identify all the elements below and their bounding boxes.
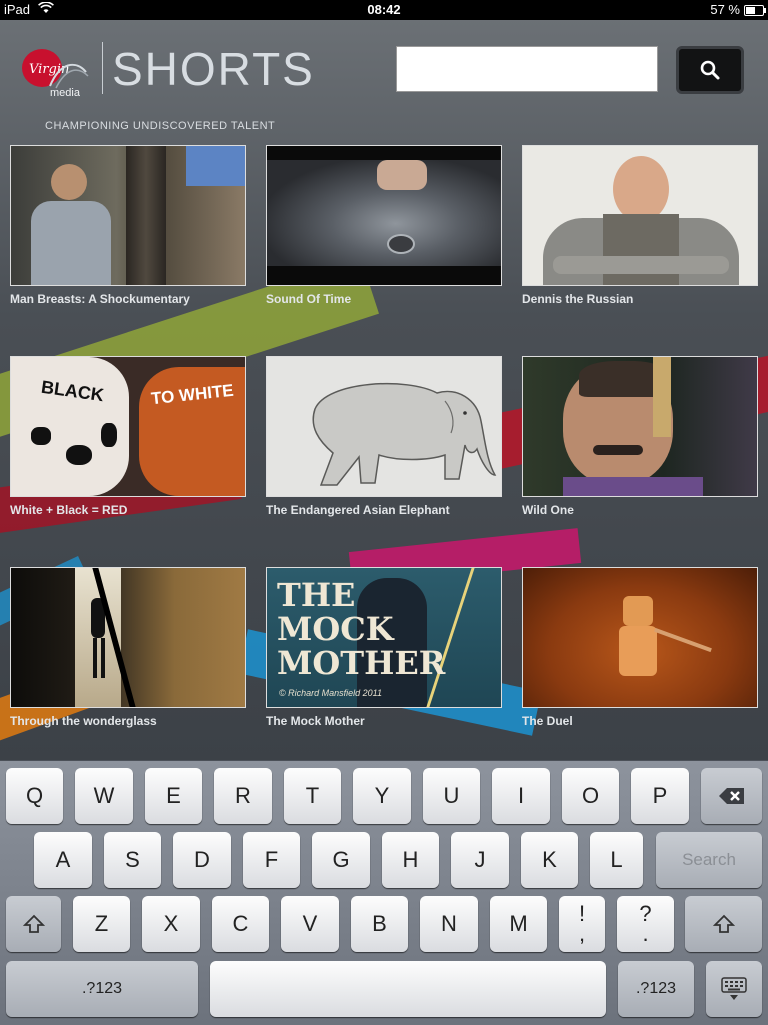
- logo-divider: [102, 42, 103, 94]
- hide-keyboard-icon: [721, 977, 747, 1000]
- battery-percent: 57 %: [710, 2, 740, 17]
- search-button[interactable]: [676, 46, 744, 94]
- shift-icon: [22, 914, 45, 933]
- film-thumbnail[interactable]: [522, 145, 758, 286]
- key-b[interactable]: B: [351, 896, 408, 952]
- space-key[interactable]: [210, 961, 606, 1017]
- key-exclamation-comma[interactable]: ! ,: [559, 896, 605, 952]
- search-icon: [700, 60, 720, 80]
- film-tile[interactable]: Man Breasts: A Shockumentary: [10, 145, 246, 306]
- key-j[interactable]: J: [451, 832, 509, 888]
- elephant-drawing: [312, 382, 497, 486]
- film-thumbnail[interactable]: [266, 356, 502, 497]
- key-r[interactable]: R: [214, 768, 272, 824]
- film-title[interactable]: Dennis the Russian: [522, 292, 758, 306]
- brand-tagline: CHAMPIONING UNDISCOVERED TALENT: [45, 120, 276, 132]
- svg-text:Virgin: Virgin: [29, 62, 69, 77]
- film-thumbnail[interactable]: [522, 356, 758, 497]
- key-s[interactable]: S: [104, 832, 161, 888]
- key-z[interactable]: Z: [73, 896, 130, 952]
- battery-icon: [744, 5, 766, 16]
- film-title[interactable]: White + Black = RED: [10, 503, 246, 517]
- key-c[interactable]: C: [212, 896, 269, 952]
- key-e[interactable]: E: [145, 768, 202, 824]
- key-k[interactable]: K: [521, 832, 578, 888]
- film-thumbnail[interactable]: [10, 567, 246, 708]
- app-logo: Virgin media SHORTS CHAMPIONING UNDISCOV…: [20, 42, 313, 132]
- key-h[interactable]: H: [382, 832, 439, 888]
- film-thumbnail[interactable]: [10, 145, 246, 286]
- film-thumbnail[interactable]: [522, 567, 758, 708]
- film-title[interactable]: Wild One: [522, 503, 758, 517]
- key-v[interactable]: V: [281, 896, 339, 952]
- film-title[interactable]: Man Breasts: A Shockumentary: [10, 292, 246, 306]
- search-key[interactable]: Search: [656, 832, 762, 888]
- film-tile[interactable]: THE MOCK MOTHER © Richard Mansfield 2011…: [266, 567, 502, 728]
- key-n[interactable]: N: [420, 896, 478, 952]
- poster-line-3: MOTHER: [277, 644, 446, 682]
- key-bottom-char: .: [642, 921, 649, 946]
- search-key-label: Search: [682, 850, 736, 869]
- film-thumbnail[interactable]: BLACK TO WHITE: [10, 356, 246, 497]
- film-thumbnail[interactable]: THE MOCK MOTHER © Richard Mansfield 2011: [266, 567, 502, 708]
- numbers-key-left[interactable]: .?123: [6, 961, 198, 1017]
- shift-key-left[interactable]: [6, 896, 61, 952]
- svg-text:media: media: [50, 87, 81, 99]
- film-title[interactable]: The Mock Mother: [266, 714, 502, 728]
- status-bar: iPad 08:42 57 %: [0, 0, 768, 20]
- key-m[interactable]: M: [490, 896, 547, 952]
- key-u[interactable]: U: [423, 768, 480, 824]
- backspace-icon: [718, 788, 744, 804]
- key-l[interactable]: L: [590, 832, 643, 888]
- key-a[interactable]: A: [34, 832, 92, 888]
- film-tile[interactable]: The Endangered Asian Elephant: [266, 356, 502, 517]
- hide-keyboard-key[interactable]: [706, 961, 762, 1017]
- key-x[interactable]: X: [142, 896, 200, 952]
- key-t[interactable]: T: [284, 768, 341, 824]
- film-tile[interactable]: Wild One: [522, 356, 758, 517]
- virgin-media-logo: Virgin media: [20, 42, 92, 105]
- film-tile[interactable]: The Duel: [522, 567, 758, 728]
- key-y[interactable]: Y: [353, 768, 411, 824]
- key-g[interactable]: G: [312, 832, 370, 888]
- film-tile[interactable]: Sound Of Time: [266, 145, 502, 306]
- shift-icon: [712, 914, 735, 933]
- poster-credit: © Richard Mansfield 2011: [279, 688, 383, 698]
- key-d[interactable]: D: [173, 832, 231, 888]
- shift-key-right[interactable]: [685, 896, 762, 952]
- film-title[interactable]: The Endangered Asian Elephant: [266, 503, 502, 517]
- film-tile[interactable]: Through the wonderglass: [10, 567, 246, 728]
- key-o[interactable]: O: [562, 768, 619, 824]
- film-tile[interactable]: BLACK TO WHITE White + Black = RED: [10, 356, 246, 517]
- onscreen-keyboard: Q W E R T Y U I O P A S D F G H J K L Se…: [0, 760, 768, 1025]
- poster-line-1: THE: [277, 576, 356, 614]
- film-tile[interactable]: Dennis the Russian: [522, 145, 758, 306]
- film-thumbnail[interactable]: [266, 145, 502, 286]
- film-title[interactable]: Through the wonderglass: [10, 714, 246, 728]
- backspace-key[interactable]: [701, 768, 762, 824]
- clock: 08:42: [367, 2, 401, 17]
- key-p[interactable]: P: [631, 768, 689, 824]
- poster-line-2: MOCK: [277, 610, 394, 648]
- key-f[interactable]: F: [243, 832, 300, 888]
- film-title[interactable]: Sound Of Time: [266, 292, 502, 306]
- app-content: Virgin media SHORTS CHAMPIONING UNDISCOV…: [0, 20, 768, 760]
- numbers-key-right[interactable]: .?123: [618, 961, 694, 1017]
- key-i[interactable]: I: [492, 768, 550, 824]
- search-input[interactable]: [396, 46, 658, 92]
- key-question-period[interactable]: ? .: [617, 896, 674, 952]
- film-title[interactable]: The Duel: [522, 714, 758, 728]
- key-q[interactable]: Q: [6, 768, 63, 824]
- key-w[interactable]: W: [75, 768, 133, 824]
- key-bottom-char: ,: [578, 921, 586, 946]
- brand-title: SHORTS: [112, 43, 315, 95]
